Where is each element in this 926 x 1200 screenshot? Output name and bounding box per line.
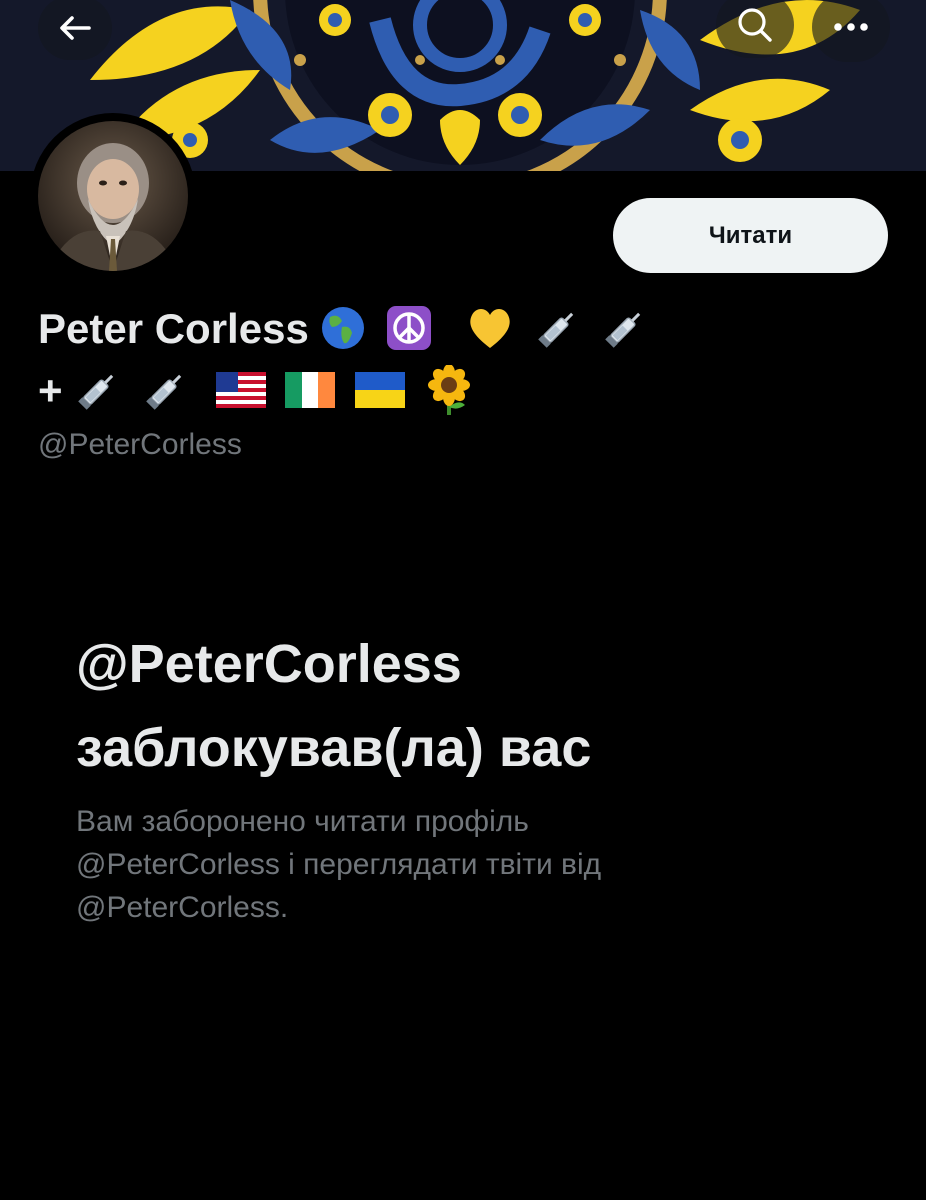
follow-button-label: Читати <box>708 221 793 249</box>
syringe-icon <box>78 374 114 410</box>
arrow-left-icon <box>60 16 91 40</box>
flag-us-icon <box>215 371 266 408</box>
blocked-description: Вам заборонено читати профіль @PeterCorl… <box>76 800 776 929</box>
syringe-icon <box>146 374 182 410</box>
syringe-icon <box>605 312 641 348</box>
blocked-desc-line1: Вам заборонено читати профіль <box>76 805 529 838</box>
profile-display-name: Peter Corless + <box>38 298 758 422</box>
profile-avatar[interactable] <box>30 113 196 279</box>
blocked-desc-line3: @PeterCorless. <box>76 891 289 924</box>
search-button[interactable] <box>716 0 794 58</box>
blocked-title-line2: заблокував(ла) вас <box>76 718 592 778</box>
blocked-title: @PeterCorless заблокував(ла) вас <box>76 622 856 790</box>
peace-symbol-icon <box>387 305 432 350</box>
search-icon <box>738 8 772 42</box>
blocked-desc-line2: @PeterCorless і переглядати твіти від <box>76 848 602 881</box>
more-horizontal-icon <box>834 23 868 31</box>
syringe-icon <box>537 312 573 348</box>
more-options-button[interactable] <box>812 0 890 62</box>
flag-ireland-icon <box>285 371 336 408</box>
back-button[interactable] <box>38 0 112 60</box>
blocked-title-line1: @PeterCorless <box>76 634 462 694</box>
sunflower-icon <box>427 364 470 415</box>
profile-handle: @PeterCorless <box>38 428 242 461</box>
avatar-photo <box>38 121 188 271</box>
display-name-plus: + <box>38 367 63 414</box>
display-name-text: Peter Corless <box>38 305 309 352</box>
yellow-heart-icon <box>470 308 510 348</box>
flag-ukraine-icon <box>354 371 405 408</box>
globe-emoji-icon <box>322 306 365 349</box>
follow-button[interactable]: Читати <box>613 198 888 273</box>
